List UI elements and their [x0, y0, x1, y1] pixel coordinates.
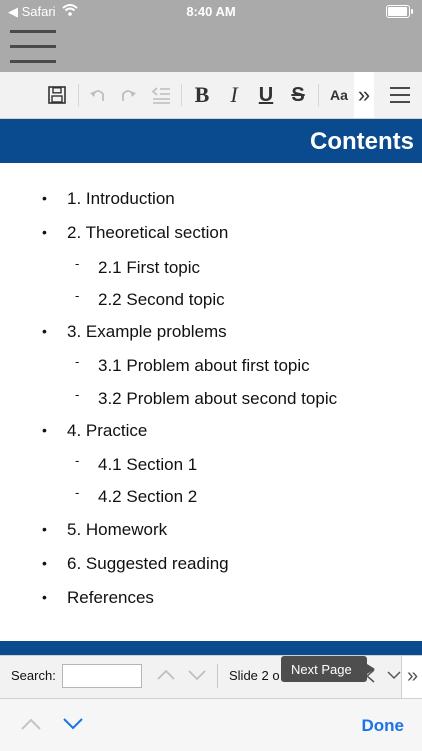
save-icon[interactable]	[44, 80, 70, 110]
status-bar: ◀ Safari 8:40 AM	[0, 0, 422, 22]
toolbar-divider	[181, 84, 182, 106]
battery-icon	[386, 5, 413, 18]
bullet-marker: •	[42, 422, 47, 438]
toolbar-menu-icon[interactable]	[386, 80, 414, 110]
outdent-icon[interactable]	[148, 80, 174, 110]
contents-subitem: 4.2 Section 2	[98, 487, 198, 506]
contents-item: 5. Homework	[67, 520, 168, 539]
bullet-marker: •	[42, 589, 47, 605]
contents-item: 2. Theoretical section	[67, 223, 229, 242]
font-size-button[interactable]: Aa	[326, 80, 352, 110]
search-input[interactable]	[62, 664, 142, 688]
sub-bullet-marker: -	[75, 485, 80, 500]
status-time: 8:40 AM	[186, 4, 236, 19]
slide-content: • 1. Introduction • 2. Theoretical section -…	[0, 163, 422, 641]
sub-bullet-marker: -	[75, 453, 80, 468]
bullet-marker: •	[42, 555, 47, 571]
tooltip-text: Next Page	[291, 662, 352, 677]
done-button[interactable]: Done	[362, 716, 405, 736]
next-field-icon[interactable]	[62, 717, 84, 731]
contents-subitem: 3.1 Problem about first topic	[98, 356, 310, 375]
italic-icon[interactable]: I	[222, 80, 246, 110]
navbar-more-button[interactable]: »	[401, 656, 422, 698]
bullet-marker: •	[42, 323, 47, 339]
contents-item: 3. Example problems	[67, 322, 227, 341]
main-menu-icon[interactable]	[10, 30, 56, 64]
slide-title-bar: Contents	[0, 119, 422, 163]
previous-field-icon[interactable]	[20, 717, 42, 731]
app-top-bar	[0, 22, 422, 72]
bullet-marker: •	[42, 521, 47, 537]
toolbar-divider	[78, 84, 79, 106]
contents-item: 6. Suggested reading	[67, 554, 229, 573]
bottom-bar: Done	[0, 698, 422, 751]
contents-item: 4. Practice	[67, 421, 148, 440]
sub-bullet-marker: -	[75, 288, 80, 303]
contents-item: 1. Introduction	[67, 189, 175, 208]
contents-subitem: 2.1 First topic	[98, 258, 201, 277]
redo-icon[interactable]	[116, 80, 140, 110]
slide-footer-bar	[0, 641, 422, 655]
contents-subitem: 3.2 Problem about second topic	[98, 389, 338, 408]
slide-title: Contents	[310, 128, 414, 155]
next-page-icon[interactable]	[386, 669, 402, 681]
search-previous-icon[interactable]	[156, 668, 176, 682]
contents-subitem: 4.1 Section 1	[98, 455, 198, 474]
editing-toolbar: B I U S Aa »	[0, 72, 422, 119]
bullet-marker: •	[42, 190, 47, 206]
sub-bullet-marker: -	[75, 256, 80, 271]
nav-divider	[217, 664, 218, 688]
bullet-marker: •	[42, 224, 47, 240]
undo-icon[interactable]	[86, 80, 110, 110]
toolbar-divider	[318, 84, 319, 106]
slide-indicator: Slide 2 o	[229, 668, 280, 683]
strikethrough-icon[interactable]: S	[286, 80, 310, 110]
underline-icon[interactable]: U	[254, 80, 278, 110]
sub-bullet-marker: -	[75, 387, 80, 402]
toolbar-more-button[interactable]: »	[354, 72, 374, 118]
next-page-tooltip: Next Page	[281, 656, 375, 682]
contents-item: References	[67, 588, 154, 607]
contents-subitem: 2.2 Second topic	[98, 290, 225, 309]
search-next-icon[interactable]	[187, 668, 207, 682]
search-label: Search:	[11, 668, 56, 683]
sub-bullet-marker: -	[75, 354, 80, 369]
bold-icon[interactable]: B	[190, 80, 214, 110]
